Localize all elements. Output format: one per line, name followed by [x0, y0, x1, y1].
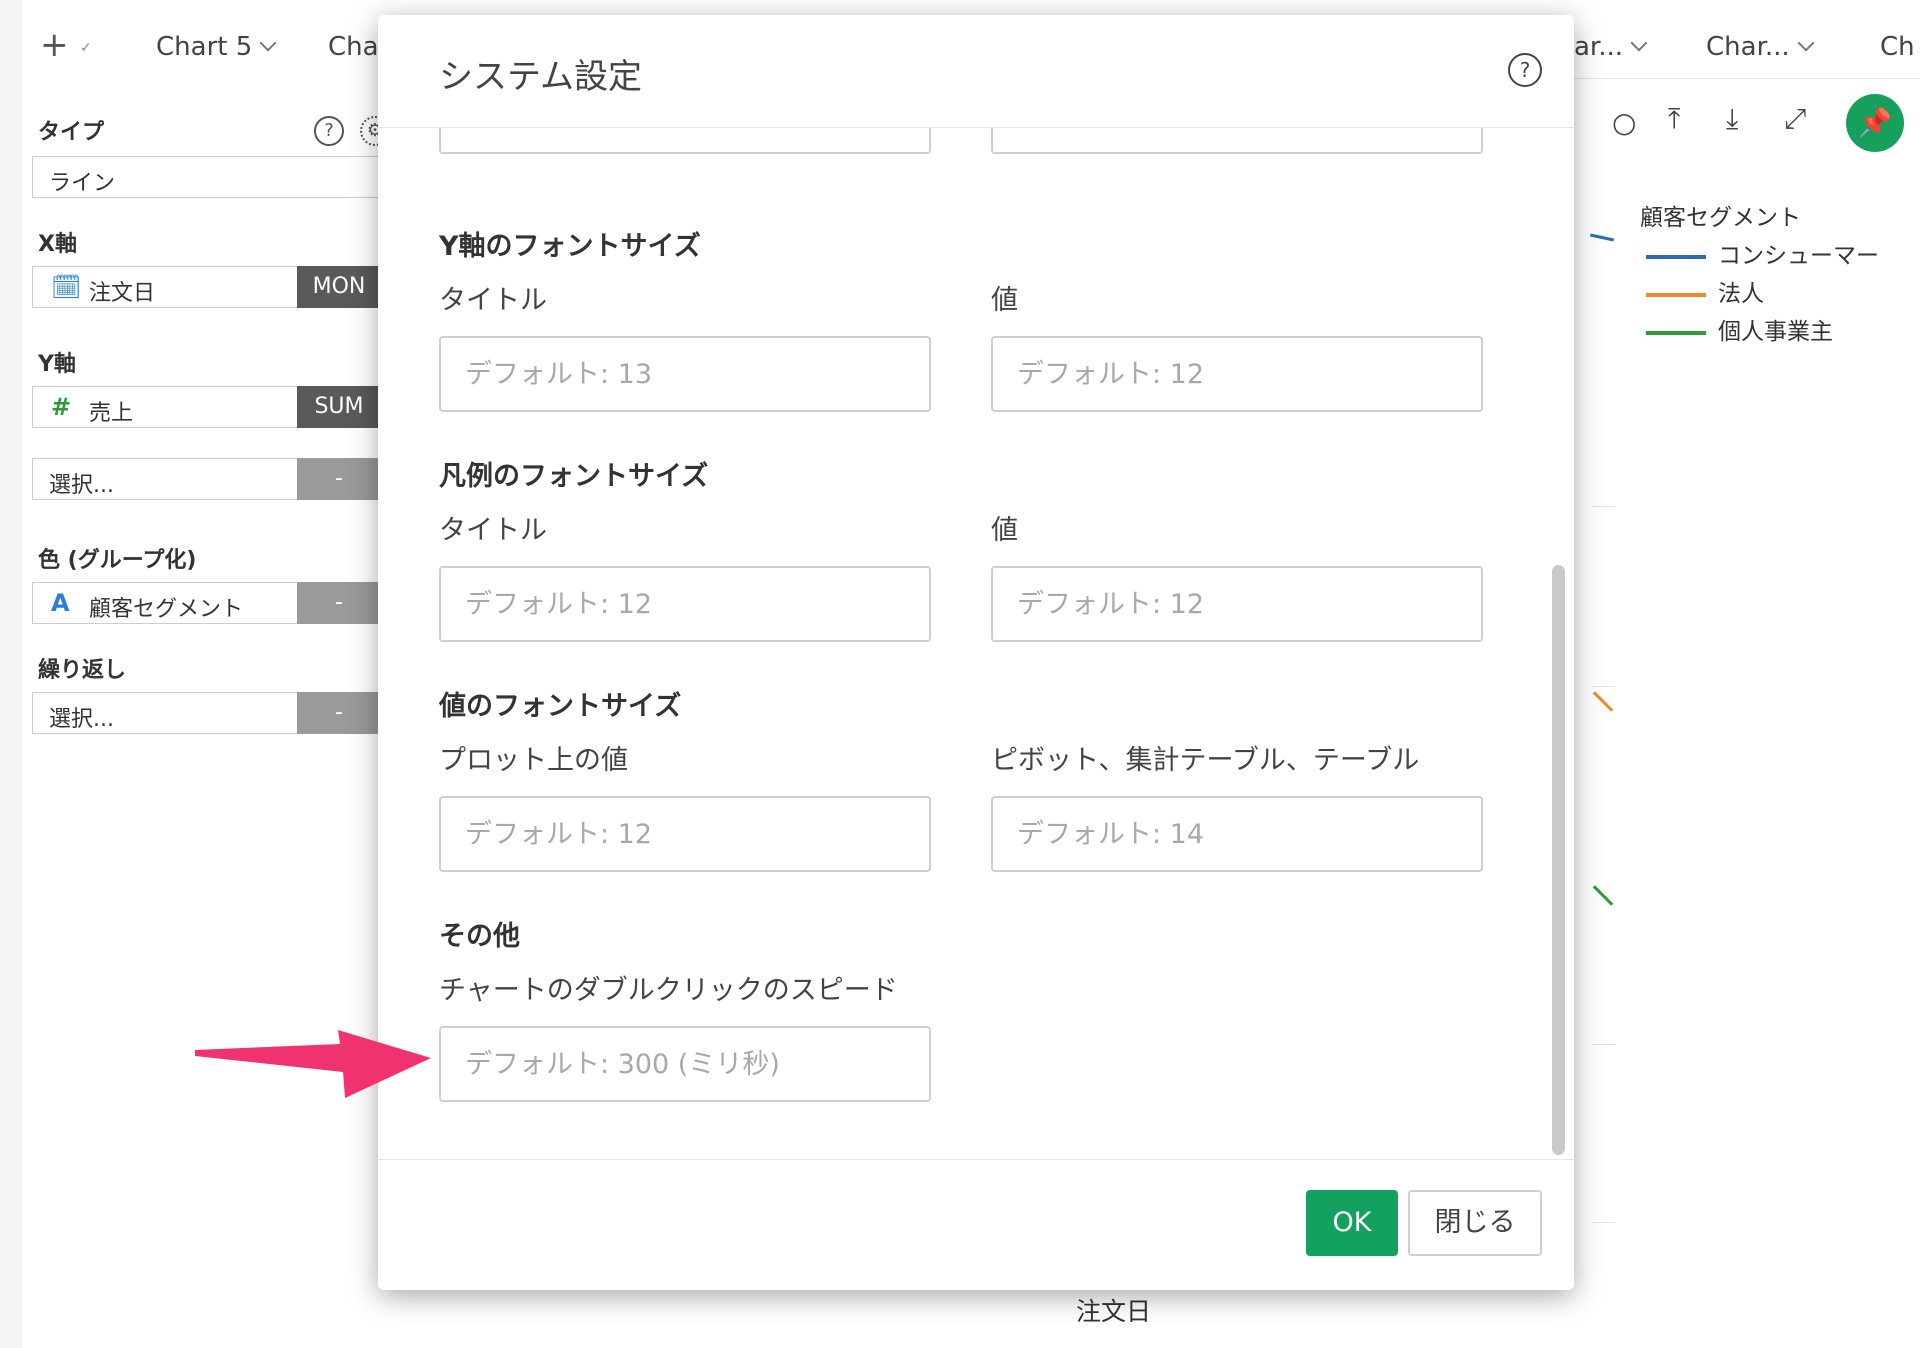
repeat-select[interactable]: 選択... -	[32, 692, 382, 734]
system-settings-dialog: システム設定 ? Y軸のフォントサイズ タイトル 値 凡例のフォントサイズ タイ…	[378, 15, 1574, 1290]
legend-swatch	[1646, 254, 1706, 259]
y-axis-extra-select[interactable]: 選択... -	[32, 458, 382, 500]
annotation-arrow-icon	[195, 1030, 431, 1098]
chart-type-value: ライン	[49, 171, 116, 196]
field-label: タイトル	[439, 285, 547, 316]
tab-label: ar...	[1574, 32, 1624, 62]
tab-chart-last[interactable]: Ch	[1880, 32, 1915, 62]
tab-chart-clipped[interactable]: ar...	[1574, 32, 1648, 62]
number-hash-icon: #	[51, 393, 72, 421]
color-group-button[interactable]: -	[297, 582, 381, 624]
chart-line-fragment	[1592, 691, 1614, 712]
chevron-down-icon	[259, 34, 277, 52]
legend-label: コンシューマー	[1718, 243, 1879, 269]
chevron-down-icon	[1797, 34, 1815, 52]
tab-label: Chart 5	[156, 32, 253, 62]
gridline	[1592, 1044, 1616, 1045]
double-click-speed-input[interactable]	[439, 1026, 931, 1102]
expand-icon[interactable]: ⤢	[1784, 102, 1806, 136]
legend-swatch	[1646, 330, 1706, 335]
field-label: ピボット、集計テーブル、テーブル	[991, 745, 1420, 776]
section-title: その他	[439, 921, 520, 952]
repeat-button[interactable]: -	[297, 692, 381, 734]
table-value-size-input[interactable]	[991, 796, 1483, 872]
y-axis-field[interactable]: # 売上 SUM	[32, 386, 382, 428]
tab-label: Ch	[1880, 32, 1915, 62]
repeat-label: 繰り返し	[38, 658, 127, 683]
legend-item[interactable]: 個人事業主	[1646, 312, 1833, 346]
gridline	[1592, 506, 1616, 507]
dialog-title: システム設定	[439, 57, 642, 97]
dialog-body: Y軸のフォントサイズ タイトル 値 凡例のフォントサイズ タイトル 値 値のフォ…	[378, 128, 1546, 1173]
add-tab-button[interactable]: +	[40, 28, 69, 62]
x-axis-field[interactable]: 🗓 注文日 MON	[32, 266, 382, 308]
legend-title-size-input[interactable]	[439, 566, 931, 642]
legend-swatch	[1646, 292, 1706, 297]
dialog-footer: OK 閉じる	[378, 1159, 1574, 1290]
upload-icon[interactable]: ⤒	[1668, 102, 1680, 136]
y-axis-title-size-input[interactable]	[439, 336, 931, 412]
close-button[interactable]: 閉じる	[1408, 1190, 1542, 1256]
dialog-scrollbar[interactable]	[1552, 565, 1565, 1155]
download-icon[interactable]: ⤓	[1726, 102, 1738, 136]
help-icon[interactable]: ?	[1508, 53, 1542, 87]
color-group-field-name: 顧客セグメント	[89, 597, 244, 622]
gridline	[1592, 686, 1616, 687]
legend-item[interactable]: コンシューマー	[1646, 236, 1879, 270]
field-label: チャートのダブルクリックのスピード	[439, 975, 898, 1006]
y-axis-extra-value: 選択...	[49, 473, 114, 498]
tab-chart-next[interactable]: Char...	[1706, 32, 1815, 62]
x-axis-field-name: 注文日	[89, 281, 156, 306]
repeat-value: 選択...	[49, 707, 114, 732]
pin-icon[interactable]: 📌	[1846, 94, 1904, 152]
gridline	[1592, 1222, 1616, 1223]
field-label: 値	[991, 285, 1018, 316]
field-label: 値	[991, 515, 1018, 546]
legend-label: 法人	[1718, 281, 1764, 307]
x-axis-title: 注文日	[1076, 1297, 1152, 1326]
type-label: タイプ	[38, 120, 105, 145]
field-label: タイトル	[439, 515, 547, 546]
chart-config-panel: タイプ ? ⚙ ライン X軸 🗓 注文日 MON Y軸 # 売上 SUM 選択.…	[22, 78, 390, 1348]
y-axis-extra-button[interactable]: -	[297, 458, 381, 500]
tab-label: Char...	[1706, 32, 1790, 62]
add-tab-chevron-icon[interactable]: ✓	[80, 40, 92, 56]
legend-value-size-input[interactable]	[991, 566, 1483, 642]
chart-type-select[interactable]: ライン	[32, 156, 382, 198]
color-group-field[interactable]: A 顧客セグメント -	[32, 582, 382, 624]
y-axis-value-size-input[interactable]	[991, 336, 1483, 412]
x-axis-label: X軸	[38, 232, 77, 257]
section-title: 値のフォントサイズ	[439, 691, 682, 722]
tab-chart-5[interactable]: Chart 5	[156, 32, 277, 62]
comment-icon[interactable]: ○	[1612, 106, 1636, 139]
help-icon[interactable]: ?	[314, 116, 344, 146]
chart-line-fragment	[1592, 885, 1614, 906]
color-group-label: 色 (グループ化)	[38, 548, 197, 573]
ok-button[interactable]: OK	[1306, 1190, 1398, 1256]
x-axis-title-size-input[interactable]	[439, 128, 931, 154]
field-label: プロット上の値	[439, 745, 628, 776]
calendar-icon: 🗓	[51, 273, 82, 301]
legend-title: 顧客セグメント	[1640, 205, 1801, 231]
legend-label: 個人事業主	[1718, 319, 1833, 345]
y-axis-label: Y軸	[38, 352, 76, 377]
y-axis-aggregation-button[interactable]: SUM	[297, 386, 381, 428]
x-axis-aggregation-button[interactable]: MON	[297, 266, 381, 308]
y-axis-field-name: 売上	[89, 401, 134, 426]
dialog-header: システム設定 ?	[378, 15, 1574, 128]
chevron-down-icon	[1630, 34, 1648, 52]
x-axis-value-size-input[interactable]	[991, 128, 1483, 154]
legend-item[interactable]: 法人	[1646, 274, 1764, 308]
chart-line-fragment	[1589, 233, 1615, 242]
section-title: Y軸のフォントサイズ	[439, 231, 701, 262]
section-title: 凡例のフォントサイズ	[439, 461, 709, 492]
plot-value-size-input[interactable]	[439, 796, 931, 872]
text-type-icon: A	[51, 589, 70, 617]
